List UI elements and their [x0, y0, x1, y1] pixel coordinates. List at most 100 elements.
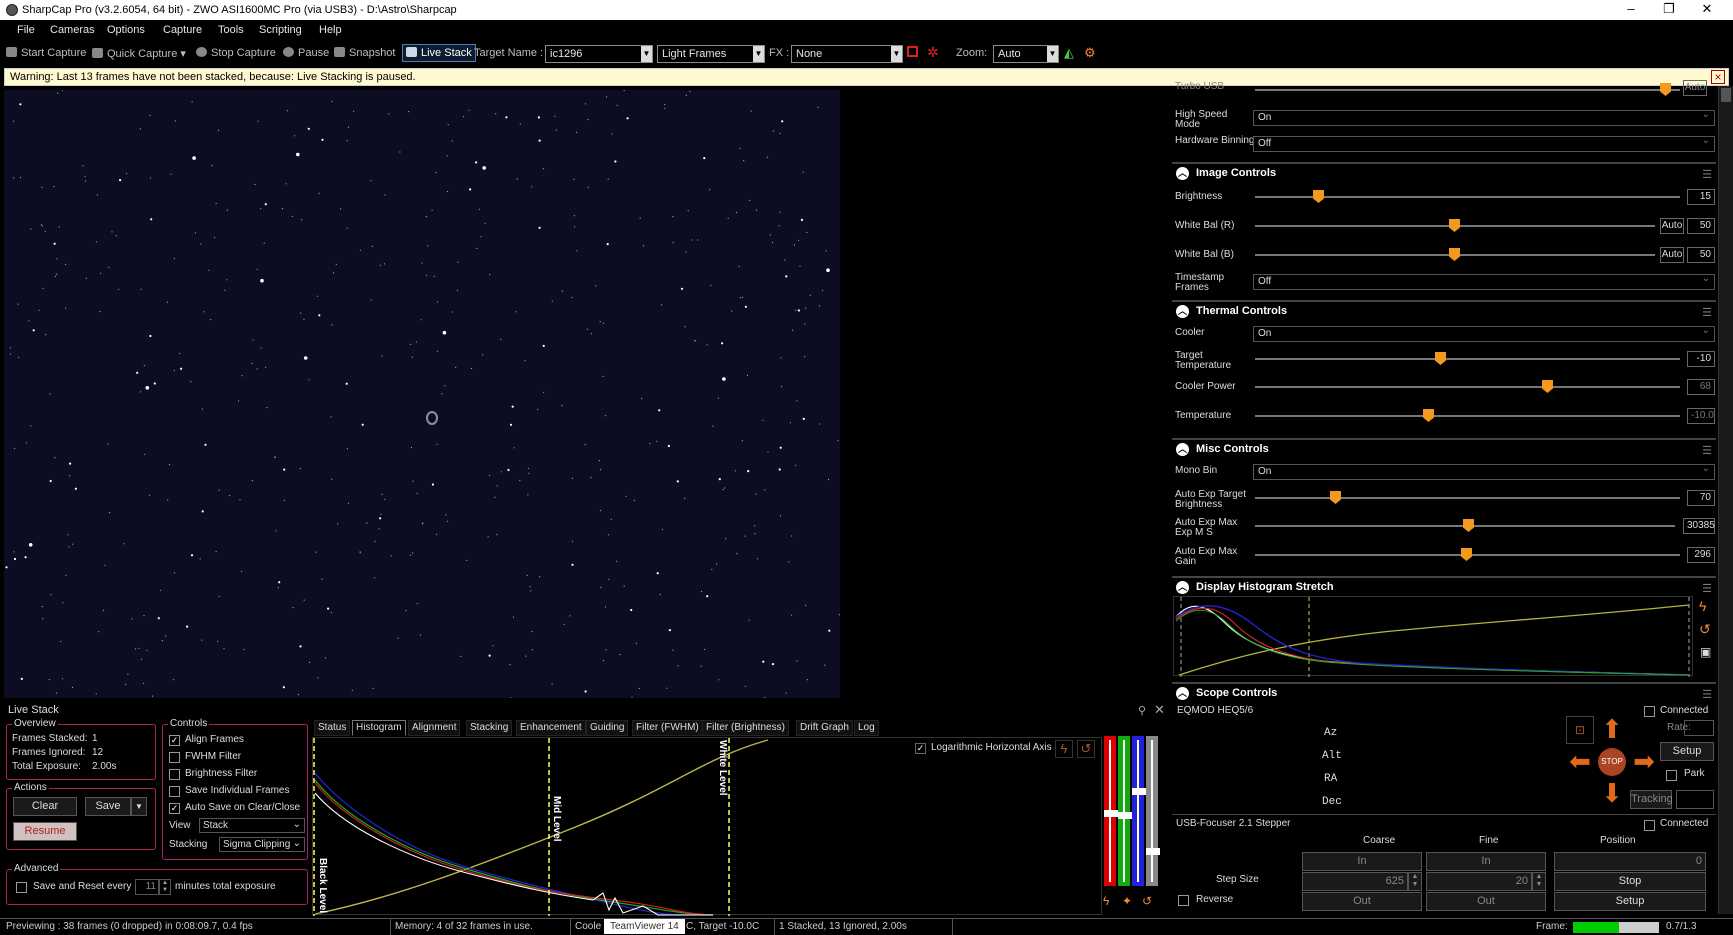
menu-tools[interactable]: Tools: [218, 24, 244, 36]
tab-log[interactable]: Log: [854, 720, 879, 736]
star-icon[interactable]: ✦: [1122, 894, 1132, 908]
tab-stacking[interactable]: Stacking: [466, 720, 513, 736]
menu-icon[interactable]: ☰: [1702, 306, 1712, 319]
misc-controls-header[interactable]: ︿ Misc Controls ☰: [1172, 438, 1716, 458]
fx-select[interactable]: None ▼: [791, 45, 903, 63]
cooler-select[interactable]: On: [1253, 325, 1715, 342]
auto-exp-gain-thumb[interactable]: [1461, 548, 1472, 561]
restore-button[interactable]: ❐: [1652, 0, 1686, 20]
histogram-icon[interactable]: ◭: [1064, 45, 1074, 61]
goto-icon[interactable]: ⊡: [1566, 716, 1594, 744]
quick-capture-button[interactable]: Quick Capture ▾: [92, 47, 186, 60]
turbo-usb-auto[interactable]: Auto: [1683, 80, 1707, 96]
coarse-step-spinner[interactable]: ▲ ▼: [1408, 872, 1422, 891]
pin-icon[interactable]: ⚲: [1138, 704, 1146, 717]
brightness-value[interactable]: 15: [1687, 189, 1715, 205]
menu-scripting[interactable]: Scripting: [259, 24, 302, 36]
tab-filter-brightness[interactable]: Filter (Brightness): [702, 720, 789, 736]
mono-bin-select[interactable]: On: [1253, 463, 1715, 480]
tab-status[interactable]: Status: [314, 720, 351, 736]
green-level-thumb[interactable]: [1118, 812, 1132, 819]
reset-icon[interactable]: ↺: [1142, 894, 1152, 908]
mount-setup-button[interactable]: Setup: [1660, 742, 1714, 761]
control-panel-scrollbar[interactable]: [1718, 86, 1733, 914]
tracking-button[interactable]: Tracking: [1630, 790, 1673, 809]
menu-capture[interactable]: Capture: [163, 24, 202, 36]
menu-icon[interactable]: ☰: [1702, 444, 1712, 457]
close-panel-icon[interactable]: ✕: [1154, 702, 1165, 718]
save-individual-checkbox[interactable]: [169, 786, 180, 797]
menu-icon[interactable]: ☰: [1702, 688, 1712, 701]
coarse-step-input[interactable]: 625: [1302, 872, 1408, 891]
minutes-input[interactable]: 11: [135, 879, 159, 895]
auto-exp-target-thumb[interactable]: [1330, 491, 1341, 504]
high-speed-select[interactable]: On: [1253, 109, 1715, 126]
target-temp-value[interactable]: -10: [1687, 351, 1715, 367]
timestamp-select[interactable]: Off: [1253, 273, 1715, 290]
fwhm-filter-checkbox[interactable]: [169, 752, 180, 763]
pause-button[interactable]: Pause: [283, 47, 329, 59]
focuser-stop-button[interactable]: Stop: [1554, 872, 1706, 891]
menu-icon[interactable]: ☰: [1702, 582, 1712, 595]
blue-level-thumb[interactable]: [1132, 788, 1146, 795]
north-arrow-icon[interactable]: ⬆: [1598, 716, 1626, 744]
save-reset-checkbox[interactable]: [16, 882, 27, 893]
fine-step-spinner[interactable]: ▲ ▼: [1532, 872, 1546, 891]
save-icon[interactable]: ▣: [1700, 645, 1711, 659]
menu-cameras[interactable]: Cameras: [50, 24, 95, 36]
turbo-usb-thumb[interactable]: [1660, 83, 1671, 96]
target-name-input[interactable]: ic1296 ▼: [545, 45, 653, 63]
image-preview[interactable]: [4, 90, 840, 698]
menu-icon[interactable]: ☰: [1702, 168, 1712, 181]
red-level-thumb[interactable]: [1104, 810, 1118, 817]
south-arrow-icon[interactable]: ⬇: [1598, 780, 1626, 808]
chevron-up-icon[interactable]: ︿: [1176, 167, 1189, 180]
image-controls-header[interactable]: ︿ Image Controls ☰: [1172, 162, 1716, 182]
tab-drift-graph[interactable]: Drift Graph: [796, 720, 853, 736]
reverse-checkbox[interactable]: [1178, 895, 1189, 906]
zoom-select[interactable]: Auto ▼: [993, 45, 1059, 63]
menu-options[interactable]: Options: [107, 24, 145, 36]
fine-step-input[interactable]: 20: [1426, 872, 1532, 891]
menu-help[interactable]: Help: [319, 24, 342, 36]
menu-file[interactable]: File: [17, 24, 35, 36]
close-icon[interactable]: ×: [1711, 70, 1725, 84]
chevron-up-icon[interactable]: ︿: [1176, 581, 1189, 594]
start-capture-button[interactable]: Start Capture: [6, 47, 86, 59]
reset-icon[interactable]: ↺: [1077, 740, 1095, 758]
brightness-thumb[interactable]: [1313, 190, 1324, 203]
chevron-up-icon[interactable]: ︿: [1176, 687, 1189, 700]
tab-enhancement[interactable]: Enhancement: [516, 720, 586, 736]
rate-select[interactable]: [1684, 720, 1714, 736]
histogram-stretch-header[interactable]: ︿ Display Histogram Stretch ☰: [1172, 576, 1716, 596]
fine-out-button[interactable]: Out: [1426, 892, 1546, 911]
tracking-select[interactable]: [1676, 790, 1714, 809]
coarse-in-button[interactable]: In: [1302, 852, 1422, 871]
chevron-up-icon[interactable]: ︿: [1176, 443, 1189, 456]
settings-icon[interactable]: ⚙: [1084, 45, 1096, 61]
auto-exp-gain-value[interactable]: 296: [1687, 547, 1715, 563]
tab-alignment[interactable]: Alignment: [408, 720, 461, 736]
hardware-binning-select[interactable]: Off: [1253, 135, 1715, 152]
view-select[interactable]: Stack ⌄: [199, 818, 305, 833]
park-checkbox[interactable]: [1666, 770, 1677, 781]
clear-button[interactable]: Clear: [13, 797, 77, 816]
thermal-controls-header[interactable]: ︿ Thermal Controls ☰: [1172, 300, 1716, 320]
chevron-up-icon[interactable]: ︿: [1176, 305, 1189, 318]
align-frames-checkbox[interactable]: ✓: [169, 735, 180, 746]
auto-stretch-icon[interactable]: ϟ: [1699, 598, 1706, 614]
west-arrow-icon[interactable]: ⬅: [1566, 748, 1594, 776]
wb-r-thumb[interactable]: [1449, 219, 1460, 232]
wb-b-auto[interactable]: Auto: [1660, 247, 1684, 263]
auto-level-icon[interactable]: ϟ: [1103, 894, 1109, 908]
minimize-button[interactable]: –: [1614, 0, 1648, 20]
stacking-select[interactable]: Sigma Clipping ⌄: [219, 837, 305, 852]
wb-r-value[interactable]: 50: [1687, 218, 1715, 234]
scrollbar-thumb[interactable]: [1721, 88, 1731, 102]
east-arrow-icon[interactable]: ➡: [1630, 748, 1658, 776]
auto-exp-max-thumb[interactable]: [1463, 519, 1474, 532]
stop-capture-button[interactable]: Stop Capture: [196, 47, 276, 59]
wb-b-thumb[interactable]: [1449, 248, 1460, 261]
tab-guiding[interactable]: Guiding: [586, 720, 629, 736]
live-stack-button[interactable]: Live Stack: [402, 44, 476, 62]
